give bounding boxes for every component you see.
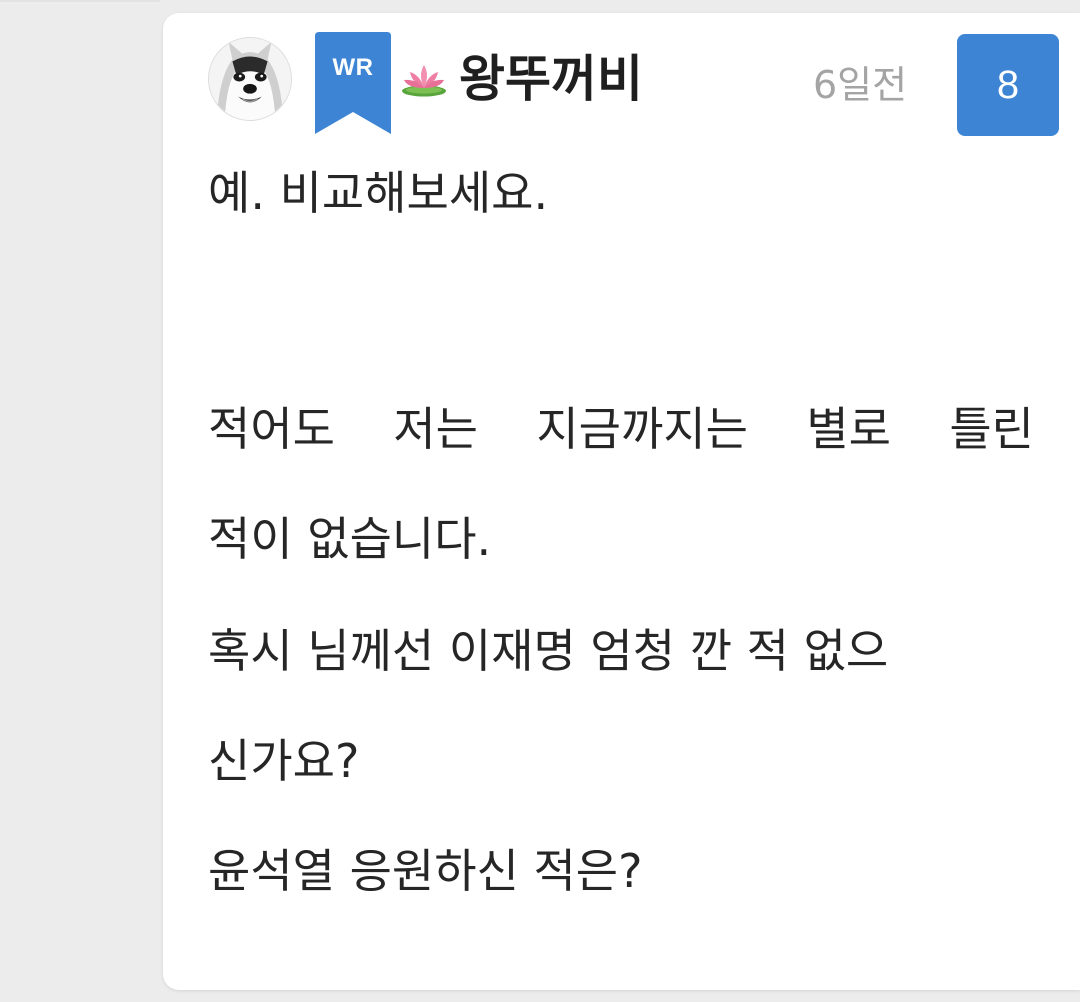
comment-time: 6일전 bbox=[813, 63, 908, 107]
comment-card: WR 왕뚜꺼비 6일전 8 예. 비교해보세요. 적어도 저는 지금까지는 별로… bbox=[163, 13, 1080, 990]
comment-line-2: 적어도 저는 지금까지는 별로 틀린 bbox=[208, 401, 1034, 457]
author-badge: WR bbox=[315, 32, 391, 134]
word: 저는 bbox=[393, 402, 478, 456]
avatar[interactable] bbox=[208, 37, 292, 121]
lotus-icon bbox=[400, 59, 448, 99]
word: 별로 bbox=[806, 402, 891, 456]
page: WR 왕뚜꺼비 6일전 8 예. 비교해보세요. 적어도 저는 지금까지는 별로… bbox=[0, 0, 1080, 1002]
word: 적어도 bbox=[208, 402, 335, 456]
word: 지금까지는 bbox=[536, 402, 748, 456]
like-count-button[interactable]: 8 bbox=[957, 34, 1059, 136]
bookmark-ribbon-icon bbox=[315, 32, 391, 134]
comment-line-3: 적이 없습니다. bbox=[208, 512, 492, 566]
comment-line-1: 예. 비교해보세요. bbox=[208, 166, 549, 220]
comment-line-4: 혹시 님께선 이재명 엄청 깐 적 없으 bbox=[208, 624, 889, 678]
comment-line-6: 윤석열 응원하신 적은? bbox=[208, 844, 643, 898]
author-name[interactable]: 왕뚜꺼비 bbox=[459, 49, 643, 109]
word: 틀린 bbox=[949, 402, 1034, 456]
badge-label: WR bbox=[332, 54, 374, 81]
top-divider bbox=[0, 0, 160, 2]
comment-line-5: 신가요? bbox=[208, 734, 360, 788]
husky-avatar-icon bbox=[209, 38, 291, 120]
